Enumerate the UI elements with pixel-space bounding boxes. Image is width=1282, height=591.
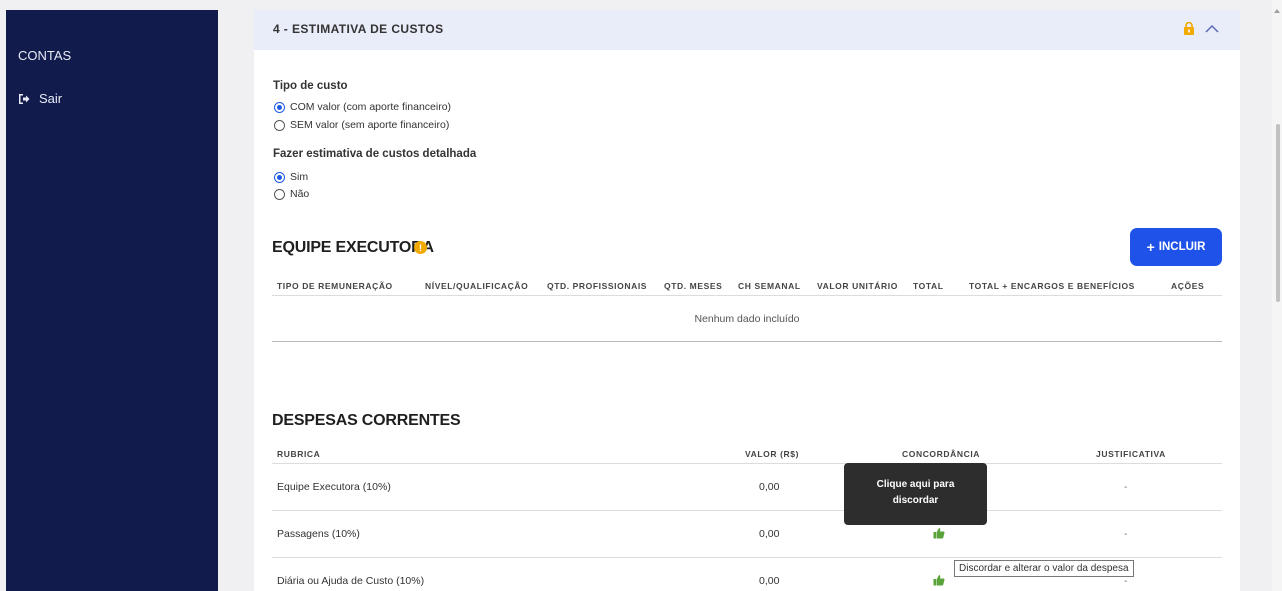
rubrica-cell: Equipe Executora (10%) [277,481,391,493]
section-header[interactable]: 4 - ESTIMATIVA DE CUSTOS [254,10,1240,50]
radio-nao[interactable]: Não [274,188,309,200]
column-header[interactable]: JUSTIFICATIVA [1096,449,1166,459]
incluir-label: INCLUIR [1158,241,1206,253]
justificativa-cell: - [1124,481,1128,493]
despesas-title: DESPESAS CORRENTES [272,412,461,429]
scroll-up-icon[interactable] [1273,8,1281,14]
tipo-custo-label: Tipo de custo [273,80,348,92]
tooltip-line: Clique aqui para [876,479,955,490]
valor-cell: 0,00 [759,528,780,540]
thumbs-up-icon[interactable] [933,527,945,539]
table-divider [272,557,1222,558]
table-divider [272,463,1222,464]
radio-sim[interactable]: Sim [274,171,308,183]
column-header[interactable]: TOTAL [913,281,944,291]
radio-com-valor[interactable]: COM valor (com aporte financeiro) [274,101,451,113]
rubrica-cell: Diária ou Ajuda de Custo (10%) [277,575,425,587]
column-header[interactable]: NÍVEL/QUALIFICAÇÃO [425,281,528,291]
estimativa-label: Fazer estimativa de custos detalhada [273,148,477,160]
column-header[interactable]: VALOR UNITÁRIO [817,281,898,291]
plus-icon: + [1146,239,1155,255]
radio-button[interactable] [274,188,285,200]
column-header[interactable]: CONCORDÂNCIA [902,449,980,459]
scrollbar-thumb[interactable] [1276,124,1280,302]
discordar-tooltip: Clique aqui para discordar [844,463,987,525]
sidebar: CONTAS Sair [6,10,218,591]
table-divider [272,295,1222,296]
table-divider [272,341,1222,342]
radio-button[interactable] [274,119,285,131]
radio-label: SEM valor (sem aporte financeiro) [290,119,450,131]
table-divider [272,510,1222,511]
sidebar-item-contas[interactable]: CONTAS [18,48,71,63]
tooltip-line: discordar [892,495,939,506]
sidebar-item-sair-label: Sair [39,91,63,106]
chevron-up-icon[interactable] [1204,22,1220,35]
main-content: 4 - ESTIMATIVA DE CUSTOS Tipo de custo C… [254,10,1240,591]
title-tooltip: Discordar e alterar o valor da despesa [954,560,1134,577]
column-header[interactable]: CH SEMANAL [738,281,801,291]
column-header[interactable]: QTD. PROFISSIONAIS [547,281,647,291]
column-header[interactable]: RUBRICA [277,449,320,459]
rubrica-cell: Passagens (10%) [277,528,360,540]
radio-label: Sim [290,171,309,183]
valor-cell: 0,00 [759,575,780,587]
radio-label: Não [290,188,310,200]
column-header[interactable]: AÇÕES [1171,281,1204,291]
radio-label: COM valor (com aporte financeiro) [290,101,452,113]
sign-out-icon [19,93,30,104]
radio-button[interactable] [274,101,285,113]
radio-sem-valor[interactable]: SEM valor (sem aporte financeiro) [274,119,449,131]
column-header[interactable]: VALOR (R$) [745,449,799,459]
section-title: 4 - ESTIMATIVA DE CUSTOS [273,22,444,36]
justificativa-cell: - [1124,528,1128,540]
column-header[interactable]: QTD. MESES [664,281,722,291]
incluir-button[interactable]: + INCLUIR [1130,228,1222,266]
valor-cell: 0,00 [759,481,780,493]
equipe-title: EQUIPE EXECUTORA [272,239,434,256]
lock-icon[interactable] [1183,22,1195,35]
empty-state: Nenhum dado incluído [694,313,800,325]
thumbs-up-icon[interactable] [933,574,945,586]
sidebar-item-sair[interactable]: Sair [18,91,62,106]
column-header[interactable]: TIPO DE REMUNERAÇÃO [277,281,393,291]
info-icon[interactable]: ! [414,241,427,254]
radio-button[interactable] [274,171,285,183]
column-header[interactable]: TOTAL + ENCARGOS E BENEFÍCIOS [969,281,1135,291]
